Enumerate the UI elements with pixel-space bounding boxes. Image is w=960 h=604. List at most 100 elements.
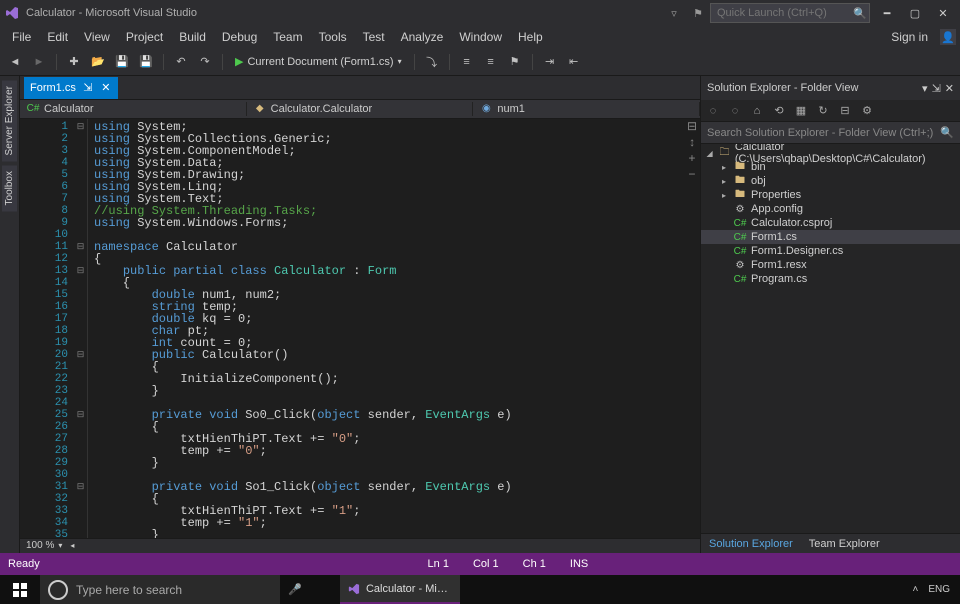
window-titlebar: Calculator - Microsoft Visual Studio ▿ ⚑… (0, 0, 960, 26)
fold-column[interactable]: ⊟⊟⊟⊟⊟⊟⊟ (74, 119, 88, 538)
menu-help[interactable]: Help (510, 27, 551, 47)
new-project-button[interactable]: ✚ (63, 51, 85, 73)
code-content[interactable]: using System;using System.Collections.Ge… (88, 119, 684, 538)
line-numbers: 1234567891011121314151617181920212223242… (20, 119, 74, 538)
maximize-button[interactable]: ▢ (902, 3, 928, 23)
nav-class[interactable]: ◆ Calculator.Calculator (247, 102, 474, 116)
close-icon[interactable]: ✕ (945, 82, 954, 95)
mic-icon[interactable]: 🎤 (280, 583, 310, 596)
menu-project[interactable]: Project (118, 27, 171, 47)
quick-launch-input[interactable] (710, 3, 870, 23)
solution-tab-strip: Solution Explorer Team Explorer (701, 533, 960, 553)
minus-icon[interactable]: − (688, 169, 695, 181)
tree-node[interactable]: C#Form1.cs (701, 230, 960, 244)
dropdown-icon[interactable]: ▾ (922, 82, 928, 95)
search-icon[interactable]: 🔍 (850, 3, 870, 23)
class-icon: ◆ (253, 102, 267, 116)
main-menubar: File Edit View Project Build Debug Team … (0, 26, 960, 48)
close-icon[interactable]: ✕ (100, 82, 112, 94)
play-icon: ▶ (235, 55, 243, 68)
menu-tools[interactable]: Tools (311, 27, 355, 47)
tab-solution-explorer[interactable]: Solution Explorer (701, 536, 801, 552)
start-debug-button[interactable]: ▶ Current Document (Form1.cs) ▾ (229, 51, 408, 73)
tree-node[interactable]: C#Calculator.csproj (701, 216, 960, 230)
refresh-icon[interactable]: ↻ (815, 103, 831, 119)
status-col: Col 1 (473, 558, 499, 570)
indent-button[interactable]: ⇥ (539, 51, 561, 73)
pin-icon[interactable]: ⇲ (932, 82, 941, 95)
nav-project[interactable]: C# Calculator (20, 102, 247, 116)
collapse-icon[interactable]: ⊟ (837, 103, 853, 119)
tree-node[interactable]: ⚙Form1.resx (701, 258, 960, 272)
vs-logo-icon (4, 5, 20, 21)
nav-back-button[interactable]: ◄ (4, 51, 26, 73)
window-title: Calculator - Microsoft Visual Studio (26, 7, 197, 19)
tab-label: Form1.cs (30, 82, 76, 94)
tab-team-explorer[interactable]: Team Explorer (801, 536, 888, 552)
chevron-down-icon[interactable]: ▾ (58, 541, 62, 550)
editor-footer: 100 % ▾ ◂ (20, 538, 700, 553)
menu-edit[interactable]: Edit (39, 27, 76, 47)
menu-team[interactable]: Team (265, 27, 310, 47)
arrow-icon[interactable]: ↕ (688, 137, 695, 149)
scroll-left-icon[interactable]: ◂ (70, 541, 74, 550)
comment-button[interactable]: ≡ (456, 51, 478, 73)
back-icon[interactable]: ◌ (705, 103, 721, 119)
tray-chevron-icon[interactable]: ˄ (912, 584, 918, 595)
nav-member[interactable]: ◉ num1 (473, 102, 700, 116)
save-button[interactable]: 💾 (111, 51, 133, 73)
menu-analyze[interactable]: Analyze (393, 27, 452, 47)
server-explorer-tab[interactable]: Server Explorer (2, 80, 17, 161)
signin-link[interactable]: Sign in (883, 27, 936, 47)
start-label: Current Document (Form1.cs) (247, 56, 393, 68)
tree-node[interactable]: C#Program.cs (701, 272, 960, 286)
menu-build[interactable]: Build (171, 27, 214, 47)
solution-search[interactable]: Search Solution Explorer - Folder View (… (701, 122, 960, 144)
cortana-icon (48, 580, 68, 600)
step-button[interactable]: ⤵ (421, 51, 443, 73)
view-icon[interactable]: ▦ (793, 103, 809, 119)
menu-test[interactable]: Test (355, 27, 393, 47)
menu-window[interactable]: Window (451, 27, 510, 47)
undo-button[interactable]: ↶ (170, 51, 192, 73)
minimize-button[interactable]: ━ (874, 3, 900, 23)
save-all-button[interactable]: 💾 (135, 51, 157, 73)
toolbox-tab[interactable]: Toolbox (2, 165, 17, 211)
tree-node[interactable]: C#Form1.Designer.cs (701, 244, 960, 258)
solution-explorer-panel: Solution Explorer - Folder View ▾ ⇲ ✕ ◌ … (700, 76, 960, 553)
split-icon[interactable]: ⊟ (687, 121, 697, 133)
code-editor[interactable]: 1234567891011121314151617181920212223242… (20, 119, 700, 538)
fwd-icon[interactable]: ◌ (727, 103, 743, 119)
pin-icon[interactable]: ⇲ (82, 82, 94, 94)
uncomment-button[interactable]: ≡ (480, 51, 502, 73)
properties-icon[interactable]: ⚙ (859, 103, 875, 119)
status-ln: Ln 1 (428, 558, 449, 570)
tab-form1[interactable]: Form1.cs ⇲ ✕ (24, 77, 118, 99)
close-button[interactable]: ✕ (930, 3, 956, 23)
account-icon[interactable]: 👤 (940, 29, 956, 45)
field-icon: ◉ (479, 102, 493, 116)
system-tray[interactable]: ˄ ENG (902, 584, 960, 595)
home-icon[interactable]: ⌂ (749, 103, 765, 119)
open-file-button[interactable]: 📂 (87, 51, 109, 73)
editor-area: Form1.cs ⇲ ✕ C# Calculator ◆ Calculator.… (20, 76, 700, 553)
filter-icon[interactable]: ▿ (664, 3, 684, 23)
outdent-button[interactable]: ⇤ (563, 51, 585, 73)
solution-tree[interactable]: ◢🗀Calculator (C:\Users\qbap\Desktop\C#\C… (701, 144, 960, 533)
menu-view[interactable]: View (76, 27, 118, 47)
bookmark-button[interactable]: ⚑ (504, 51, 526, 73)
nav-fwd-button[interactable]: ► (28, 51, 50, 73)
tree-node[interactable]: ▸🖿Properties (701, 188, 960, 202)
solution-toolbar: ◌ ◌ ⌂ ⟲ ▦ ↻ ⊟ ⚙ (701, 100, 960, 122)
redo-button[interactable]: ↷ (194, 51, 216, 73)
menu-debug[interactable]: Debug (214, 27, 265, 47)
solution-header[interactable]: Solution Explorer - Folder View ▾ ⇲ ✕ (701, 76, 960, 100)
zoom-label[interactable]: 100 % (26, 540, 54, 551)
plus-icon[interactable]: + (688, 153, 695, 165)
code-navbar: C# Calculator ◆ Calculator.Calculator ◉ … (20, 99, 700, 120)
sync-icon[interactable]: ⟲ (771, 103, 787, 119)
tray-lang[interactable]: ENG (928, 584, 950, 595)
menu-file[interactable]: File (4, 27, 39, 47)
tree-node[interactable]: ⚙App.config (701, 202, 960, 216)
notify-icon[interactable]: ⚑ (688, 3, 708, 23)
